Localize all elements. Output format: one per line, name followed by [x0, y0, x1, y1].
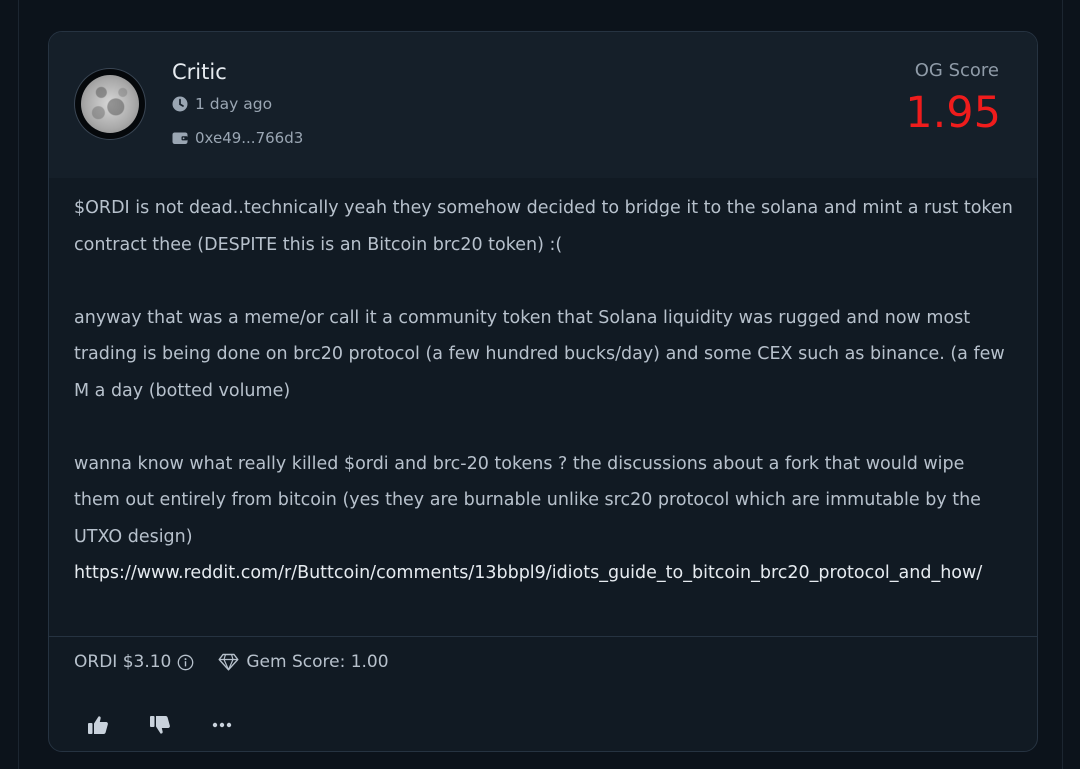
footer-divider	[49, 636, 1037, 637]
post-header: Critic 1 day ago 0xe49...766d3 OG Score …	[49, 32, 1037, 178]
diamond-icon	[218, 653, 239, 671]
more-options-button[interactable]	[209, 712, 235, 738]
dislike-button[interactable]	[147, 712, 173, 738]
avatar[interactable]	[75, 69, 145, 139]
wallet-icon	[172, 132, 188, 144]
gem-score: Gem Score: 1.00	[218, 652, 389, 672]
more-icon	[212, 722, 232, 728]
post-paragraph: $ORDI is not dead..technically yeah they…	[74, 198, 1013, 255]
post-link[interactable]: https://www.reddit.com/r/Buttcoin/commen…	[74, 555, 1014, 592]
moon-avatar-image	[81, 75, 139, 133]
token-info-row: ORDI $3.10 Gem Score: 1.00	[74, 652, 389, 672]
post-time: 1 day ago	[172, 95, 272, 113]
gem-score-text: Gem Score: 1.00	[246, 652, 389, 672]
post-card: Critic 1 day ago 0xe49...766d3 OG Score …	[48, 31, 1038, 752]
og-score-label: OG Score	[914, 60, 999, 81]
username[interactable]: Critic	[172, 60, 227, 84]
post-body: $ORDI is not dead..technically yeah they…	[74, 190, 1014, 592]
token-price: ORDI $3.10	[74, 652, 172, 672]
post-paragraph: anyway that was a meme/or call it a comm…	[74, 307, 1005, 401]
thumbs-up-icon	[88, 716, 108, 734]
post-paragraph: wanna know what really killed $ordi and …	[74, 453, 981, 547]
like-button[interactable]	[85, 712, 111, 738]
og-score-value: 1.95	[905, 88, 1001, 138]
wallet-address[interactable]: 0xe49...766d3	[172, 129, 303, 147]
page-background: Critic 1 day ago 0xe49...766d3 OG Score …	[0, 0, 1080, 769]
post-actions	[85, 712, 271, 738]
thumbs-down-icon	[150, 716, 170, 734]
right-border-line	[1062, 0, 1063, 769]
left-border-line	[18, 0, 19, 769]
wallet-address-text: 0xe49...766d3	[195, 129, 304, 147]
clock-icon	[172, 96, 188, 112]
info-icon[interactable]	[177, 654, 194, 671]
time-ago-text: 1 day ago	[195, 95, 273, 113]
